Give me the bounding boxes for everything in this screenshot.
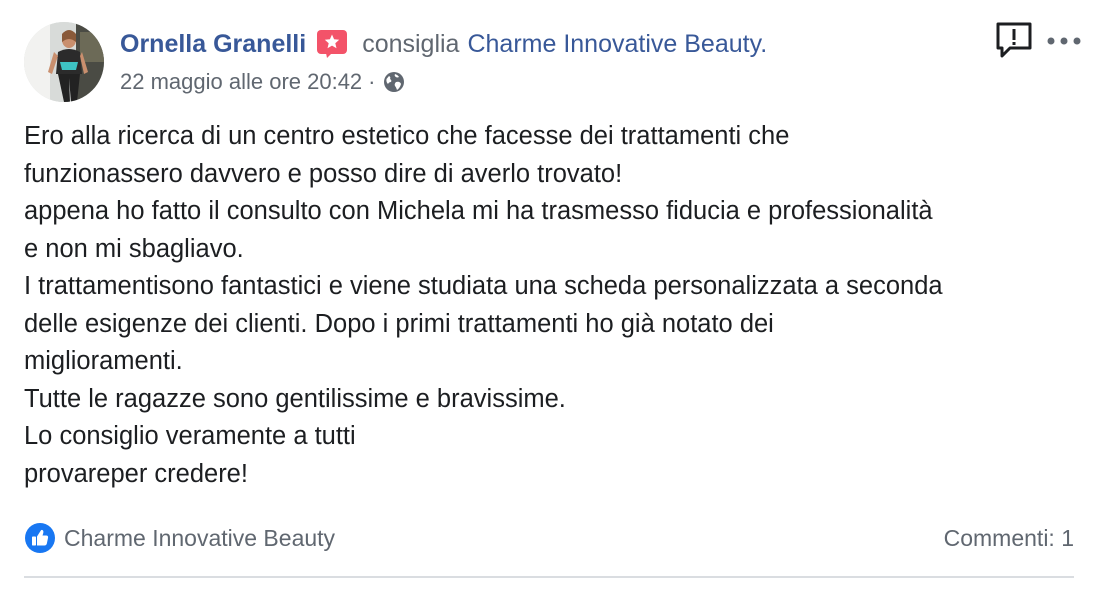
body-line: Lo consiglio veramente a tutti (24, 422, 356, 450)
meta-separator: · (368, 69, 376, 94)
divider (24, 576, 1074, 578)
post-timestamp[interactable]: 22 maggio alle ore 20:42 (120, 69, 362, 95)
recommendation-post: Ornella Granelli consiglia Charme Innova… (0, 0, 1094, 590)
author-name[interactable]: Ornella Granelli (120, 30, 306, 59)
post-footer: Charme Innovative Beauty Commenti: 1 (24, 520, 1074, 556)
body-line: e non mi sbagliavo. (24, 234, 244, 263)
avatar[interactable] (24, 22, 104, 102)
body-line: Tutte le ragazze sono gentilissime e bra… (24, 384, 566, 413)
body-line: delle esigenze dei clienti. Dopo i primi… (24, 309, 774, 338)
star-badge-icon (316, 29, 348, 59)
post-body: Ero alla ricerca di un centro estetico c… (24, 118, 1084, 493)
body-line: miglioramenti. (24, 347, 183, 375)
page-link[interactable]: Charme Innovative Beauty. (467, 30, 767, 59)
post-meta: 22 maggio alle ore 20:42 · (120, 66, 406, 98)
like-icon[interactable] (24, 522, 56, 554)
liker-name[interactable]: Charme Innovative Beauty (64, 525, 335, 552)
report-icon[interactable] (994, 20, 1034, 60)
body-line: I trattamentisono fantastici e viene stu… (24, 272, 943, 300)
body-line: provareper credere! (24, 459, 248, 488)
recommend-verb: consiglia (362, 29, 460, 58)
body-line: appena ho fatto il consulto con Michela … (24, 197, 933, 225)
avatar-photo (24, 22, 104, 102)
body-line: funzionassero davvero e posso dire di av… (24, 159, 623, 188)
comments-count[interactable]: Commenti: 1 (944, 525, 1074, 552)
body-line: Ero alla ricerca di un centro estetico c… (24, 122, 790, 150)
more-icon[interactable] (1046, 34, 1082, 46)
globe-icon[interactable] (382, 70, 406, 94)
post-header: Ornella Granelli consiglia Charme Innova… (120, 26, 767, 62)
